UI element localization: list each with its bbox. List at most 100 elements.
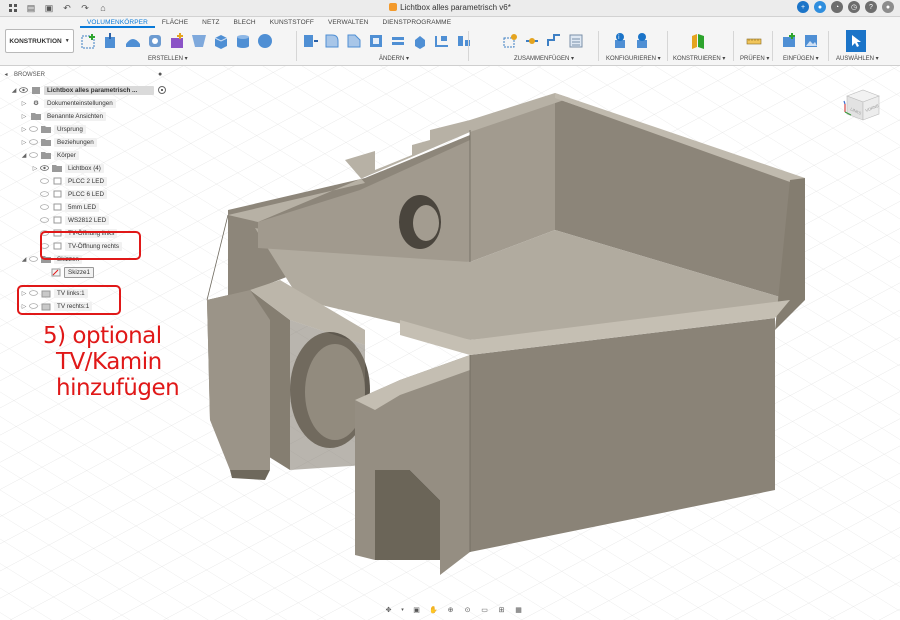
tab-volumenkoerper[interactable]: VOLUMENKÖRPER	[80, 18, 155, 28]
chevron-down-icon[interactable]: ▾	[400, 605, 405, 615]
tab-blech[interactable]: BLECH	[227, 18, 263, 28]
job-status-icon[interactable]: ◔	[831, 1, 843, 13]
eye-icon[interactable]	[39, 177, 49, 185]
configure-table-icon[interactable]	[632, 30, 652, 52]
loft-icon[interactable]	[167, 30, 187, 52]
eye-icon[interactable]	[28, 255, 38, 263]
align-icon[interactable]	[454, 30, 474, 52]
view-cube[interactable]: LINKS VORNE	[841, 82, 885, 126]
highlight-tv-components	[17, 285, 121, 315]
eye-icon[interactable]	[28, 138, 38, 146]
joint-origin-icon[interactable]	[544, 30, 564, 52]
new-tab-plus-icon[interactable]: +	[797, 1, 809, 13]
eye-icon[interactable]	[18, 86, 28, 94]
orbit-icon[interactable]: ✥	[383, 605, 394, 615]
display-settings-icon[interactable]: ▭	[479, 605, 490, 615]
insert-derive-icon[interactable]	[779, 30, 799, 52]
pan-icon[interactable]: ✋	[428, 605, 439, 615]
expand-arrow-icon[interactable]: ▷	[20, 113, 28, 120]
fillet-icon[interactable]	[322, 30, 342, 52]
tree-item-koerper[interactable]: ◢ Körper	[20, 149, 79, 161]
tree-item-5mm-led[interactable]: 5mm LED	[39, 201, 99, 213]
tree-item-plcc6[interactable]: PLCC 6 LED	[39, 188, 108, 200]
tree-root[interactable]: ◢ Lichtbox alles parametrisch ...	[10, 84, 166, 96]
tree-item-lichtbox[interactable]: ▷ Lichtbox (4)	[31, 162, 104, 174]
group-label-create[interactable]: ERSTELLEN ▾	[148, 55, 188, 62]
tree-item-dokumenteinstellungen[interactable]: ▷ ⚙ Dokumenteinstellungen	[20, 97, 116, 109]
insert-image-icon[interactable]	[801, 30, 821, 52]
collapse-arrow-icon[interactable]: ◢	[10, 87, 18, 94]
tree-item-plcc2[interactable]: PLCC 2 LED	[39, 175, 108, 187]
draft-icon[interactable]	[388, 30, 408, 52]
tab-dienstprogramme[interactable]: DIENSTPROGRAMME	[375, 18, 458, 28]
notifications-icon[interactable]: ◷	[848, 1, 860, 13]
expand-arrow-icon[interactable]: ▷	[31, 165, 39, 172]
shell-icon[interactable]	[366, 30, 386, 52]
group-label-modify[interactable]: ÄNDERN ▾	[379, 55, 409, 62]
eye-icon[interactable]	[39, 203, 49, 211]
tab-kunststoff[interactable]: KUNSTSTOFF	[263, 18, 321, 28]
select-cursor-icon[interactable]	[846, 30, 866, 52]
select-tools	[846, 30, 866, 52]
active-radio-icon[interactable]	[158, 86, 166, 94]
rib-icon[interactable]	[189, 30, 209, 52]
fit-icon[interactable]: ⊙	[462, 605, 473, 615]
grid-settings-icon[interactable]: ⊞	[496, 605, 507, 615]
workspace-selector[interactable]: KONSTRUKTION ▼	[5, 29, 74, 53]
gear-icon: ⚙	[33, 99, 39, 107]
group-modify-text: ÄNDERN	[379, 56, 405, 62]
group-label-insert[interactable]: EINFÜGEN ▾	[783, 55, 819, 62]
extrude-icon[interactable]	[101, 30, 121, 52]
extensions-icon[interactable]: ●	[814, 1, 826, 13]
collapse-arrow-icon[interactable]: ◢	[20, 152, 28, 159]
tree-item-ws2812[interactable]: WS2812 LED	[39, 214, 110, 226]
help-icon[interactable]: ?	[865, 1, 877, 13]
parameters-icon[interactable]: i	[610, 30, 630, 52]
offset-plane-icon[interactable]	[688, 30, 708, 52]
group-label-construct[interactable]: KONSTRUIEREN ▾	[673, 55, 725, 62]
chamfer-icon[interactable]	[344, 30, 364, 52]
tree-item-skizze1[interactable]: Skizze1	[48, 266, 95, 278]
press-pull-icon[interactable]	[300, 30, 320, 52]
viewports-icon[interactable]: ▦	[513, 605, 524, 615]
tab-flaeche[interactable]: FLÄCHE	[155, 18, 195, 28]
as-built-joint-icon[interactable]	[522, 30, 542, 52]
tree-item-ursprung[interactable]: ▷ Ursprung	[20, 123, 86, 135]
eye-icon[interactable]	[39, 164, 49, 172]
eye-icon[interactable]	[28, 151, 38, 159]
eye-icon[interactable]	[39, 216, 49, 224]
box-icon[interactable]	[211, 30, 231, 52]
combine-icon[interactable]	[432, 30, 452, 52]
collapse-icon[interactable]: ◂	[0, 71, 12, 78]
user-avatar[interactable]: ●	[882, 1, 894, 13]
new-component-icon[interactable]	[79, 30, 99, 52]
expand-arrow-icon[interactable]: ▷	[20, 126, 28, 133]
revolve-icon[interactable]	[123, 30, 143, 52]
sweep-icon[interactable]	[145, 30, 165, 52]
tree-item-beziehungen[interactable]: ▷ Beziehungen	[20, 136, 97, 148]
pin-icon[interactable]: ●	[158, 71, 162, 78]
folder-icon	[52, 164, 62, 173]
eye-icon[interactable]	[28, 125, 38, 133]
tree-item-benannte-ansichten[interactable]: ▷ Benannte Ansichten	[20, 110, 107, 122]
collapse-arrow-icon[interactable]: ◢	[20, 256, 28, 263]
sphere-icon[interactable]	[255, 30, 275, 52]
look-at-icon[interactable]: ▣	[411, 605, 422, 615]
tab-netz[interactable]: NETZ	[195, 18, 226, 28]
drive-joints-icon[interactable]	[566, 30, 586, 52]
group-label-inspect[interactable]: PRÜFEN ▾	[740, 55, 769, 62]
tree-root-label: Lichtbox alles parametrisch ...	[44, 85, 154, 95]
measure-icon[interactable]	[744, 30, 764, 52]
eye-icon[interactable]	[39, 190, 49, 198]
tab-verwalten[interactable]: VERWALTEN	[321, 18, 376, 28]
scale-icon[interactable]	[410, 30, 430, 52]
zoom-icon[interactable]: ⊕	[445, 605, 456, 615]
joint-icon[interactable]	[500, 30, 520, 52]
group-label-assemble[interactable]: ZUSAMMENFÜGEN ▾	[514, 55, 574, 62]
cylinder-icon[interactable]	[233, 30, 253, 52]
tree-label: 5mm LED	[65, 202, 99, 212]
expand-arrow-icon[interactable]: ▷	[20, 100, 28, 107]
group-label-select[interactable]: AUSWÄHLEN ▾	[836, 55, 879, 62]
group-label-configure[interactable]: KONFIGURIEREN ▾	[606, 55, 661, 62]
expand-arrow-icon[interactable]: ▷	[20, 139, 28, 146]
